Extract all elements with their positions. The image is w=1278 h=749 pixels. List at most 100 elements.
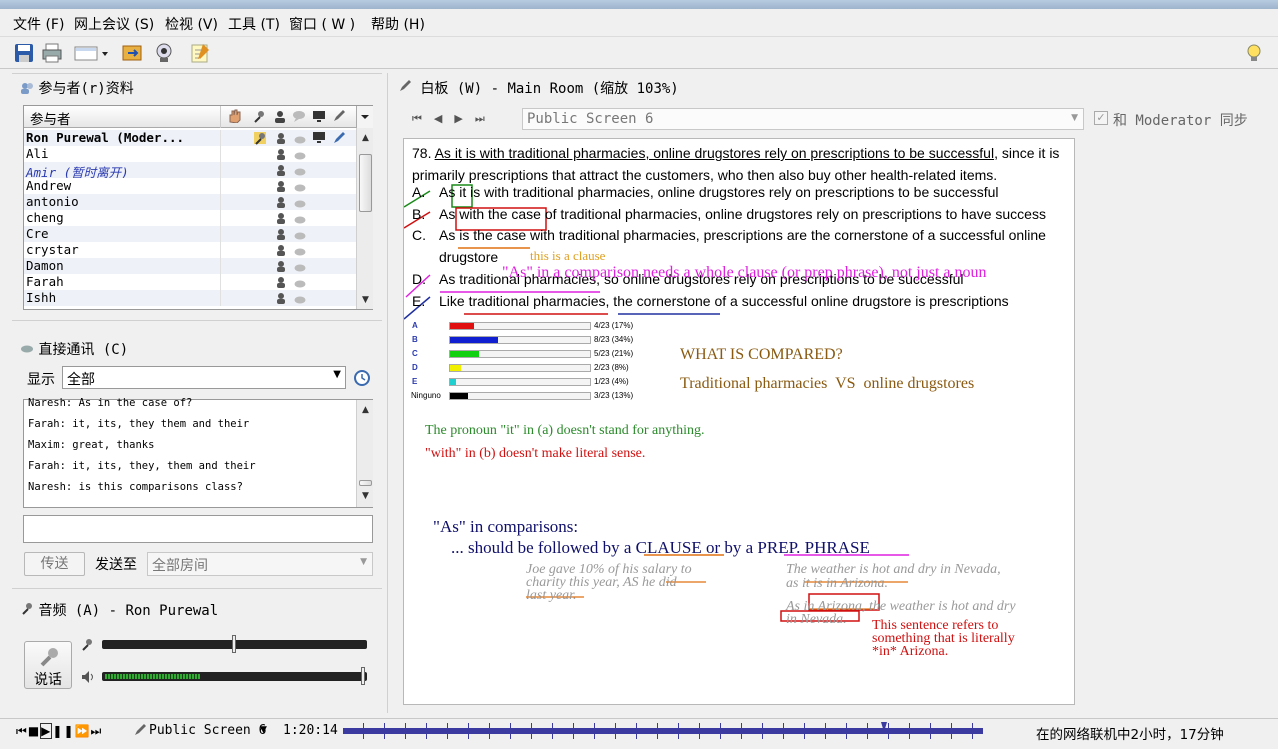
participant-row[interactable]: Damon [24, 258, 356, 274]
scroll-down-arrow-icon[interactable]: ▼ [358, 292, 373, 308]
send-to-select[interactable]: 全部房间 ▼ [147, 552, 373, 576]
end-icon[interactable]: ⏭ [90, 724, 102, 738]
screen-nav: ⏮◀▶⏭ [412, 112, 497, 126]
person-status-icon [275, 276, 287, 288]
participant-row[interactable]: Farah [24, 274, 356, 290]
screen-select[interactable]: Public Screen 6 ▼ [522, 108, 1084, 130]
poll-label: E [412, 377, 418, 386]
send-button[interactable]: 传送 [24, 552, 85, 576]
chevron-down-icon: ▼ [333, 369, 341, 380]
answer-choice: C. As is the case with traditional pharma… [412, 227, 1046, 243]
chat-status-icon [294, 277, 306, 288]
chat-log[interactable]: Naresh: As in the case of? Farah: it, its… [23, 397, 373, 508]
fast-forward-icon[interactable]: ⏩ [75, 724, 91, 738]
menu-view[interactable]: 检视 (V) [165, 14, 218, 34]
mic-level-slider[interactable] [102, 635, 367, 653]
whiteboard-canvas[interactable]: 78. As it is with traditional pharmacies… [403, 138, 1075, 705]
participant-row[interactable]: Ishh [24, 290, 356, 306]
participants-list[interactable]: 参与者 Ron Purewal (Moder... Ali Amir (暂时离开) A… [23, 105, 373, 310]
scroll-down-arrow-icon[interactable]: ▼ [358, 488, 373, 504]
participants-scrollbar[interactable]: ▲ ▼ [356, 128, 373, 309]
scroll-thumb[interactable] [359, 480, 372, 486]
whiteboard-header: 白板 (W) - Main Room (缩放 103%) [398, 78, 679, 98]
person-column-icon[interactable] [273, 109, 287, 127]
annotation-traditional-vs: Traditional pharmacies VS online drugsto… [680, 375, 975, 392]
participant-name: Damon [26, 258, 64, 273]
participant-row[interactable]: antonio [24, 194, 356, 210]
chat-status-icon [294, 229, 306, 240]
chat-status-icon [294, 133, 306, 144]
clock-icon[interactable] [353, 369, 371, 391]
talk-mic-icon [40, 648, 58, 667]
participant-row[interactable]: Andrew [24, 178, 356, 194]
participant-row[interactable]: cheng [24, 210, 356, 226]
participant-row[interactable]: Ali [24, 146, 356, 162]
speaker-level-slider[interactable] [102, 667, 367, 685]
participant-row[interactable]: crystar [24, 242, 356, 258]
mic-column-icon[interactable] [252, 109, 266, 127]
participant-row[interactable]: Amir (暂时离开) [24, 162, 356, 180]
screen-column-icon[interactable] [312, 109, 326, 127]
next-screen-icon[interactable]: ▶ [454, 112, 474, 125]
rewind-icon[interactable]: ⏮ [16, 724, 28, 738]
scroll-thumb[interactable] [359, 154, 372, 212]
answer-text: As it is with traditional pharmacies, on… [439, 184, 999, 200]
speaker-slider-thumb[interactable] [361, 667, 365, 685]
menu-meeting[interactable]: 网上会议 (S) [74, 14, 154, 34]
menu-help[interactable]: 帮助 (H) [371, 14, 425, 34]
mic-level-icon [80, 637, 94, 655]
raise-hand-icon[interactable] [227, 109, 241, 127]
webcam-icon[interactable] [152, 41, 176, 65]
columns-menu-button[interactable] [356, 106, 373, 128]
divider [12, 320, 382, 321]
participant-name: cheng [26, 210, 64, 225]
status-screen[interactable]: Public Screen 6 [149, 723, 266, 738]
participant-name: Ali [26, 146, 49, 161]
pause-icon[interactable]: ❚❚ [52, 724, 74, 738]
layout-dropdown-icon[interactable] [72, 41, 114, 65]
poll-bar-track [449, 364, 591, 372]
timeline-track[interactable] [343, 722, 983, 739]
participants-panel-title: 参与者(r)资料 [38, 81, 134, 97]
answer-letter: A. [412, 184, 426, 200]
notes-icon[interactable] [188, 41, 212, 65]
participant-row[interactable]: Cre [24, 226, 356, 242]
person-status-icon [275, 212, 287, 224]
mic-slider-thumb[interactable] [232, 635, 236, 653]
panel-splitter[interactable] [387, 73, 388, 713]
annotation-what-compared: WHAT IS COMPARED? [680, 346, 843, 363]
help-bulb-icon[interactable] [1242, 41, 1266, 65]
show-filter-select[interactable]: 全部 ▼ [62, 366, 346, 389]
save-icon[interactable] [12, 41, 36, 65]
whiteboard-title: 白板 (W) - Main Room (缩放 103%) [420, 81, 679, 97]
participant-row[interactable]: Ron Purewal (Moder... [24, 130, 356, 146]
first-screen-icon[interactable]: ⏮ [412, 112, 434, 125]
scroll-up-arrow-icon[interactable]: ▲ [358, 402, 373, 418]
play-icon[interactable]: ▶ [40, 723, 53, 739]
sync-checkbox[interactable]: ✓ [1094, 111, 1108, 125]
chevron-down-icon: ▼ [360, 557, 367, 567]
prev-screen-icon[interactable]: ◀ [434, 112, 454, 125]
chat-scrollbar[interactable]: ▲ ▼ [356, 400, 373, 507]
participant-name: Ron Purewal (Moder... [26, 130, 185, 145]
menu-file[interactable]: 文件 (F) [13, 14, 64, 34]
chat-panel-title: 直接通讯 (C) [38, 342, 129, 358]
menu-window[interactable]: 窗口 ( W ) [289, 14, 355, 34]
playback-controls: ⏮■▶❚❚⏩⏭ [16, 723, 102, 739]
participant-name: crystar [26, 242, 79, 257]
person-status-icon [275, 132, 287, 144]
chat-bubble-icon [20, 342, 34, 353]
stop-icon[interactable]: ■ [28, 724, 40, 738]
last-screen-icon[interactable]: ⏭ [475, 112, 497, 125]
chevron-down-icon: ▼ [1071, 113, 1078, 123]
scroll-up-arrow-icon[interactable]: ▲ [358, 130, 373, 146]
share-screen-icon[interactable] [120, 41, 144, 65]
chat-input[interactable] [23, 515, 373, 543]
menu-tools[interactable]: 工具 (T) [228, 14, 280, 34]
chevron-down-icon[interactable]: ▼ [260, 725, 267, 735]
talk-button[interactable]: 说话 [24, 641, 72, 689]
poll-value: 2/23 (8%) [594, 363, 629, 372]
pencil-column-icon[interactable] [332, 109, 346, 127]
chat-column-icon[interactable] [292, 109, 306, 127]
print-icon[interactable] [40, 41, 64, 65]
